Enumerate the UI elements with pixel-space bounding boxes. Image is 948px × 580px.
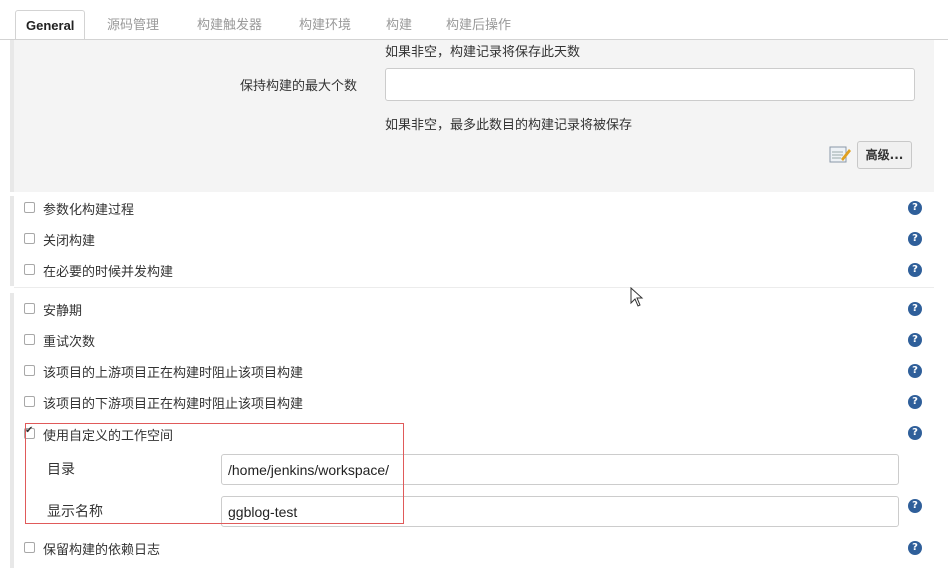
- checkbox[interactable]: [24, 396, 35, 407]
- notepad-icon: [829, 144, 851, 164]
- help-icon[interactable]: ?: [908, 232, 922, 246]
- tab-build[interactable]: 构建: [386, 12, 412, 40]
- checkbox[interactable]: [24, 303, 35, 314]
- checkbox[interactable]: [24, 542, 35, 553]
- tab-build-triggers[interactable]: 构建触发器: [197, 12, 262, 40]
- max-builds-hint: 如果非空，最多此数目的构建记录将被保存: [385, 118, 633, 133]
- tab-build-environment[interactable]: 构建环境: [299, 12, 351, 40]
- option-label: 在必要的时候并发构建: [43, 265, 174, 280]
- help-icon[interactable]: ?: [908, 201, 922, 215]
- help-icon[interactable]: ?: [908, 263, 922, 277]
- advanced-button[interactable]: 高级...: [857, 141, 912, 169]
- section-bar: [10, 40, 14, 192]
- group-divider: [14, 287, 934, 288]
- tab-general[interactable]: General: [15, 10, 86, 41]
- help-icon[interactable]: ?: [908, 395, 922, 409]
- help-icon[interactable]: ?: [908, 541, 922, 555]
- option-label: 重试次数: [43, 335, 96, 350]
- option-label: 安静期: [43, 304, 83, 319]
- tab-post-build[interactable]: 构建后操作: [446, 12, 511, 40]
- help-icon[interactable]: ?: [908, 426, 922, 440]
- option-label: 关闭构建: [43, 234, 96, 249]
- option-label: 该项目的下游项目正在构建时阻止该项目构建: [43, 397, 304, 412]
- help-icon[interactable]: ?: [908, 364, 922, 378]
- tab-source-code[interactable]: 源码管理: [107, 12, 159, 40]
- max-builds-label: 保持构建的最大个数: [240, 79, 358, 94]
- checkbox[interactable]: [24, 264, 35, 275]
- option-label: 保留构建的依赖日志: [43, 543, 161, 558]
- checkbox[interactable]: [24, 365, 35, 376]
- tab-bar: General 源码管理 构建触发器 构建环境 构建 构建后操作: [0, 0, 948, 41]
- max-builds-input[interactable]: [385, 68, 915, 101]
- option-label: 该项目的上游项目正在构建时阻止该项目构建: [43, 366, 304, 381]
- checkbox[interactable]: [24, 334, 35, 345]
- help-icon[interactable]: ?: [908, 302, 922, 316]
- option-label: 参数化构建过程: [43, 203, 135, 218]
- section-bar: [10, 293, 14, 568]
- help-icon[interactable]: ?: [908, 333, 922, 347]
- days-hint: 如果非空，构建记录将保存此天数: [385, 45, 581, 60]
- highlight-box: [25, 423, 404, 524]
- checkbox[interactable]: [24, 202, 35, 213]
- help-icon[interactable]: ?: [908, 499, 922, 513]
- mouse-cursor-icon: [630, 286, 644, 311]
- section-bar: [10, 196, 14, 286]
- checkbox[interactable]: [24, 233, 35, 244]
